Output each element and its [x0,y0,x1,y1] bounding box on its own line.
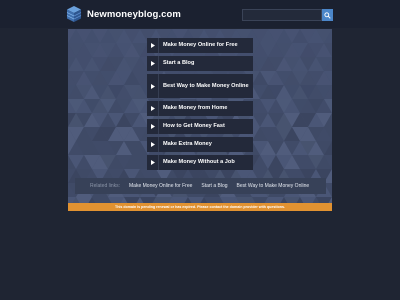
link-item[interactable]: Make Extra Money [147,137,253,152]
link-item[interactable]: Make Money from Home [147,101,253,116]
expiry-notice-text: This domain is pending renewal or has ex… [115,205,285,209]
link-list: Make Money Online for Free Start a Blog … [147,38,253,173]
link-label: Make Money from Home [163,105,228,111]
link-label: Start a Blog [163,60,195,66]
header: Newmoneyblog.com [0,0,400,28]
play-arrow-icon [147,155,159,170]
related-links-bar: Related links: Make Money Online for Fre… [75,178,326,194]
logo[interactable]: Newmoneyblog.com [66,4,181,24]
link-label: Make Money Online for Free [163,42,238,48]
content-panel: Make Money Online for Free Start a Blog … [68,29,332,203]
link-item[interactable]: How to Get Money Fast [147,119,253,134]
search-icon [324,11,331,19]
related-link[interactable]: Start a Blog [201,183,227,189]
play-arrow-icon [147,74,159,98]
related-link[interactable]: Make Money Online for Free [129,183,192,189]
link-item[interactable]: Start a Blog [147,56,253,71]
link-label: Make Extra Money [163,141,212,147]
related-links-title: Related links: [90,183,121,189]
expiry-notice-bar: This domain is pending renewal or has ex… [68,203,332,211]
link-item[interactable]: Make Money Without a Job [147,155,253,170]
related-link[interactable]: Best Way to Make Money Online [237,183,310,189]
play-arrow-icon [147,137,159,152]
search-input[interactable] [242,9,322,21]
link-label: Best Way to Make Money Online [163,82,249,89]
play-arrow-icon [147,101,159,116]
play-arrow-icon [147,56,159,71]
link-label: How to Get Money Fast [163,123,225,129]
play-arrow-icon [147,38,159,53]
site-name: Newmoneyblog.com [87,8,181,20]
search-button[interactable] [322,9,333,21]
link-item[interactable]: Best Way to Make Money Online [147,74,253,98]
stacked-cube-icon [66,6,82,22]
link-label: Make Money Without a Job [163,159,235,165]
play-arrow-icon [147,119,159,134]
link-item[interactable]: Make Money Online for Free [147,38,253,53]
